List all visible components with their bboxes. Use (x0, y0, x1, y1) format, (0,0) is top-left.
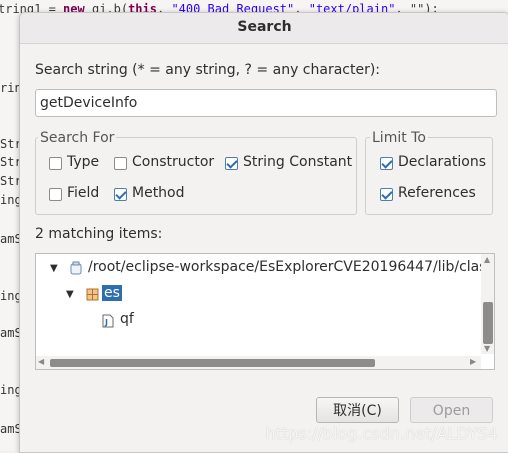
horizontal-scroll-thumb[interactable] (50, 359, 375, 367)
limit-to-group (365, 137, 493, 215)
scroll-up-icon[interactable]: ▲ (484, 255, 490, 264)
open-button[interactable]: Open (410, 397, 493, 423)
dialog-title: Search (237, 19, 292, 35)
limit-to-title: Limit To (370, 130, 428, 146)
expand-arrow-icon[interactable]: ▼ (66, 289, 74, 300)
dialog-titlebar[interactable]: Search (20, 13, 508, 44)
results-tree[interactable]: ▼ /root/eclipse-workspace/EsExplorerCVE2… (35, 253, 495, 370)
method-label[interactable]: Method (132, 185, 185, 201)
references-label[interactable]: References (398, 185, 476, 201)
scroll-right-icon[interactable]: ▶ (470, 357, 476, 366)
scroll-down-icon[interactable]: ▼ (484, 344, 490, 353)
field-label[interactable]: Field (67, 185, 99, 201)
search-input[interactable] (35, 89, 497, 117)
type-label[interactable]: Type (67, 154, 99, 170)
declarations-checkbox[interactable] (380, 157, 393, 170)
search-for-title: Search For (38, 130, 117, 146)
svg-text:J: J (104, 318, 108, 327)
search-for-group (35, 137, 357, 215)
search-dialog: Search Search string (* = any string, ? … (19, 12, 508, 453)
class-file-icon: J (102, 314, 114, 328)
references-checkbox[interactable] (380, 188, 393, 201)
watermark: https://blog.csdn.net/ALDYS4 (265, 424, 498, 443)
cancel-button[interactable]: 取消(C) (316, 397, 399, 423)
vertical-scroll-thumb[interactable] (483, 302, 493, 344)
method-checkbox[interactable] (114, 188, 127, 201)
vertical-scrollbar[interactable]: ▲ ▼ (481, 254, 494, 354)
search-string-label: Search string (* = any string, ? = any c… (35, 62, 381, 78)
field-checkbox[interactable] (49, 188, 62, 201)
constructor-checkbox[interactable] (114, 157, 127, 170)
scroll-left-icon[interactable]: ◀ (38, 357, 44, 366)
constructor-label[interactable]: Constructor (132, 154, 214, 170)
tree-package-es[interactable]: es (102, 285, 122, 301)
horizontal-scrollbar[interactable]: ◀ ▶ (36, 356, 481, 369)
jar-icon (70, 261, 82, 275)
expand-arrow-icon[interactable]: ▼ (50, 263, 58, 274)
type-checkbox[interactable] (49, 157, 62, 170)
string-constant-checkbox[interactable] (225, 157, 238, 170)
tree-root-path[interactable]: /root/eclipse-workspace/EsExplorerCVE201… (88, 259, 494, 275)
string-constant-label[interactable]: String Constant (243, 154, 352, 170)
tree-class-qf[interactable]: qf (120, 311, 134, 327)
matching-items-label: 2 matching items: (35, 226, 163, 242)
package-icon (86, 288, 99, 301)
declarations-label[interactable]: Declarations (398, 154, 486, 170)
